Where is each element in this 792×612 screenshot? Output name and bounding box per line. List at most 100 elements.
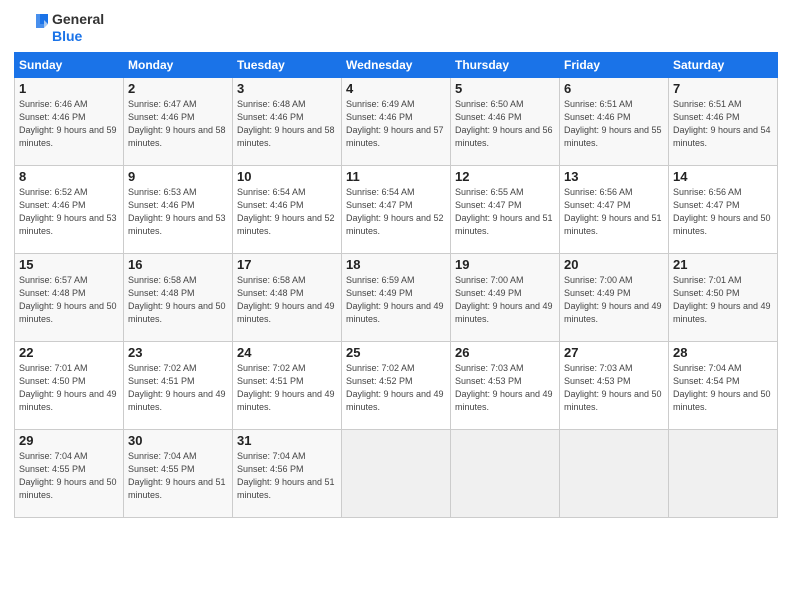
- week-row-3: 15 Sunrise: 6:57 AMSunset: 4:48 PMDayligh…: [15, 254, 778, 342]
- calendar-cell: [451, 430, 560, 518]
- day-number: 10: [237, 169, 337, 184]
- day-info: Sunrise: 7:02 AMSunset: 4:51 PMDaylight:…: [237, 362, 337, 414]
- day-number: 23: [128, 345, 228, 360]
- day-number: 1: [19, 81, 119, 96]
- day-info: Sunrise: 6:53 AMSunset: 4:46 PMDaylight:…: [128, 186, 228, 238]
- day-info: Sunrise: 6:50 AMSunset: 4:46 PMDaylight:…: [455, 98, 555, 150]
- day-info: Sunrise: 6:48 AMSunset: 4:46 PMDaylight:…: [237, 98, 337, 150]
- calendar-cell: 8Sunrise: 6:52 AMSunset: 4:46 PMDaylight…: [15, 166, 124, 254]
- day-number: 27: [564, 345, 664, 360]
- calendar-cell: 15 Sunrise: 6:57 AMSunset: 4:48 PMDayligh…: [15, 254, 124, 342]
- weekday-monday: Monday: [124, 53, 233, 78]
- calendar-cell: 30 Sunrise: 7:04 AMSunset: 4:55 PMDayligh…: [124, 430, 233, 518]
- day-number: 2: [128, 81, 228, 96]
- calendar-cell: 19Sunrise: 7:00 AMSunset: 4:49 PMDayligh…: [451, 254, 560, 342]
- day-info: Sunrise: 7:04 AMSunset: 4:54 PMDaylight:…: [673, 362, 773, 414]
- day-info: Sunrise: 7:03 AMSunset: 4:53 PMDaylight:…: [455, 362, 555, 414]
- day-number: 9: [128, 169, 228, 184]
- calendar-table: SundayMondayTuesdayWednesdayThursdayFrid…: [14, 52, 778, 518]
- calendar-cell: 31 Sunrise: 7:04 AMSunset: 4:56 PMDayligh…: [233, 430, 342, 518]
- weekday-wednesday: Wednesday: [342, 53, 451, 78]
- calendar-cell: 18 Sunrise: 6:59 AMSunset: 4:49 PMDayligh…: [342, 254, 451, 342]
- calendar-cell: 3Sunrise: 6:48 AMSunset: 4:46 PMDaylight…: [233, 78, 342, 166]
- day-number: 25: [346, 345, 446, 360]
- logo-graphic: [14, 10, 50, 46]
- day-number: 24: [237, 345, 337, 360]
- calendar-cell: 14 Sunrise: 6:56 AMSunset: 4:47 PMDayligh…: [669, 166, 778, 254]
- calendar-cell: 28 Sunrise: 7:04 AMSunset: 4:54 PMDayligh…: [669, 342, 778, 430]
- day-number: 26: [455, 345, 555, 360]
- day-info: Sunrise: 7:01 AMSunset: 4:50 PMDaylight:…: [673, 274, 773, 326]
- day-info: Sunrise: 6:51 AMSunset: 4:46 PMDaylight:…: [564, 98, 664, 150]
- day-info: Sunrise: 6:54 AMSunset: 4:46 PMDaylight:…: [237, 186, 337, 238]
- day-info: Sunrise: 6:51 AMSunset: 4:46 PMDaylight:…: [673, 98, 773, 150]
- calendar-cell: 24 Sunrise: 7:02 AMSunset: 4:51 PMDayligh…: [233, 342, 342, 430]
- day-info: Sunrise: 7:04 AMSunset: 4:55 PMDaylight:…: [128, 450, 228, 502]
- day-info: Sunrise: 6:58 AMSunset: 4:48 PMDaylight:…: [128, 274, 228, 326]
- week-row-1: 1 Sunrise: 6:46 AMSunset: 4:46 PMDaylight…: [15, 78, 778, 166]
- week-row-4: 22Sunrise: 7:01 AMSunset: 4:50 PMDayligh…: [15, 342, 778, 430]
- day-info: Sunrise: 6:47 AMSunset: 4:46 PMDaylight:…: [128, 98, 228, 150]
- day-number: 5: [455, 81, 555, 96]
- header: General Blue: [14, 10, 778, 46]
- logo-wrapper: General Blue: [14, 10, 104, 46]
- day-number: 12: [455, 169, 555, 184]
- day-info: Sunrise: 7:02 AMSunset: 4:51 PMDaylight:…: [128, 362, 228, 414]
- weekday-tuesday: Tuesday: [233, 53, 342, 78]
- logo-line1: General: [52, 11, 104, 28]
- day-info: Sunrise: 6:52 AMSunset: 4:46 PMDaylight:…: [19, 186, 119, 238]
- calendar-cell: 25 Sunrise: 7:02 AMSunset: 4:52 PMDayligh…: [342, 342, 451, 430]
- day-info: Sunrise: 6:55 AMSunset: 4:47 PMDaylight:…: [455, 186, 555, 238]
- day-number: 30: [128, 433, 228, 448]
- weekday-friday: Friday: [560, 53, 669, 78]
- calendar-cell: 11Sunrise: 6:54 AMSunset: 4:47 PMDayligh…: [342, 166, 451, 254]
- day-info: Sunrise: 6:57 AMSunset: 4:48 PMDaylight:…: [19, 274, 119, 326]
- calendar-cell: 16Sunrise: 6:58 AMSunset: 4:48 PMDayligh…: [124, 254, 233, 342]
- day-info: Sunrise: 7:01 AMSunset: 4:50 PMDaylight:…: [19, 362, 119, 414]
- day-info: Sunrise: 6:56 AMSunset: 4:47 PMDaylight:…: [564, 186, 664, 238]
- day-info: Sunrise: 6:56 AMSunset: 4:47 PMDaylight:…: [673, 186, 773, 238]
- day-info: Sunrise: 6:49 AMSunset: 4:46 PMDaylight:…: [346, 98, 446, 150]
- day-info: Sunrise: 6:59 AMSunset: 4:49 PMDaylight:…: [346, 274, 446, 326]
- day-info: Sunrise: 6:58 AMSunset: 4:48 PMDaylight:…: [237, 274, 337, 326]
- calendar-cell: 23 Sunrise: 7:02 AMSunset: 4:51 PMDayligh…: [124, 342, 233, 430]
- week-row-2: 8Sunrise: 6:52 AMSunset: 4:46 PMDaylight…: [15, 166, 778, 254]
- day-number: 29: [19, 433, 119, 448]
- calendar-cell: 5 Sunrise: 6:50 AMSunset: 4:46 PMDaylight…: [451, 78, 560, 166]
- day-info: Sunrise: 6:54 AMSunset: 4:47 PMDaylight:…: [346, 186, 446, 238]
- day-number: 13: [564, 169, 664, 184]
- calendar-cell: 6 Sunrise: 6:51 AMSunset: 4:46 PMDaylight…: [560, 78, 669, 166]
- day-number: 6: [564, 81, 664, 96]
- calendar-cell: 7 Sunrise: 6:51 AMSunset: 4:46 PMDaylight…: [669, 78, 778, 166]
- day-number: 19: [455, 257, 555, 272]
- day-number: 31: [237, 433, 337, 448]
- week-row-5: 29 Sunrise: 7:04 AMSunset: 4:55 PMDayligh…: [15, 430, 778, 518]
- day-number: 17: [237, 257, 337, 272]
- calendar-container: General Blue SundayMondayTuesdayWednesda…: [0, 0, 792, 526]
- day-info: Sunrise: 7:02 AMSunset: 4:52 PMDaylight:…: [346, 362, 446, 414]
- weekday-sunday: Sunday: [15, 53, 124, 78]
- day-number: 14: [673, 169, 773, 184]
- day-number: 20: [564, 257, 664, 272]
- calendar-cell: 10 Sunrise: 6:54 AMSunset: 4:46 PMDayligh…: [233, 166, 342, 254]
- calendar-cell: 2 Sunrise: 6:47 AMSunset: 4:46 PMDaylight…: [124, 78, 233, 166]
- day-number: 18: [346, 257, 446, 272]
- calendar-cell: 1 Sunrise: 6:46 AMSunset: 4:46 PMDaylight…: [15, 78, 124, 166]
- calendar-cell: 12 Sunrise: 6:55 AMSunset: 4:47 PMDayligh…: [451, 166, 560, 254]
- calendar-cell: [560, 430, 669, 518]
- calendar-cell: 17 Sunrise: 6:58 AMSunset: 4:48 PMDayligh…: [233, 254, 342, 342]
- day-info: Sunrise: 6:46 AMSunset: 4:46 PMDaylight:…: [19, 98, 119, 150]
- day-info: Sunrise: 7:00 AMSunset: 4:49 PMDaylight:…: [564, 274, 664, 326]
- calendar-cell: [342, 430, 451, 518]
- day-number: 21: [673, 257, 773, 272]
- calendar-cell: 22Sunrise: 7:01 AMSunset: 4:50 PMDayligh…: [15, 342, 124, 430]
- day-number: 7: [673, 81, 773, 96]
- weekday-thursday: Thursday: [451, 53, 560, 78]
- day-info: Sunrise: 7:04 AMSunset: 4:56 PMDaylight:…: [237, 450, 337, 502]
- day-number: 28: [673, 345, 773, 360]
- calendar-cell: 4Sunrise: 6:49 AMSunset: 4:46 PMDaylight…: [342, 78, 451, 166]
- logo: General Blue: [14, 10, 104, 46]
- calendar-cell: 9 Sunrise: 6:53 AMSunset: 4:46 PMDaylight…: [124, 166, 233, 254]
- day-number: 15: [19, 257, 119, 272]
- calendar-cell: 26 Sunrise: 7:03 AMSunset: 4:53 PMDayligh…: [451, 342, 560, 430]
